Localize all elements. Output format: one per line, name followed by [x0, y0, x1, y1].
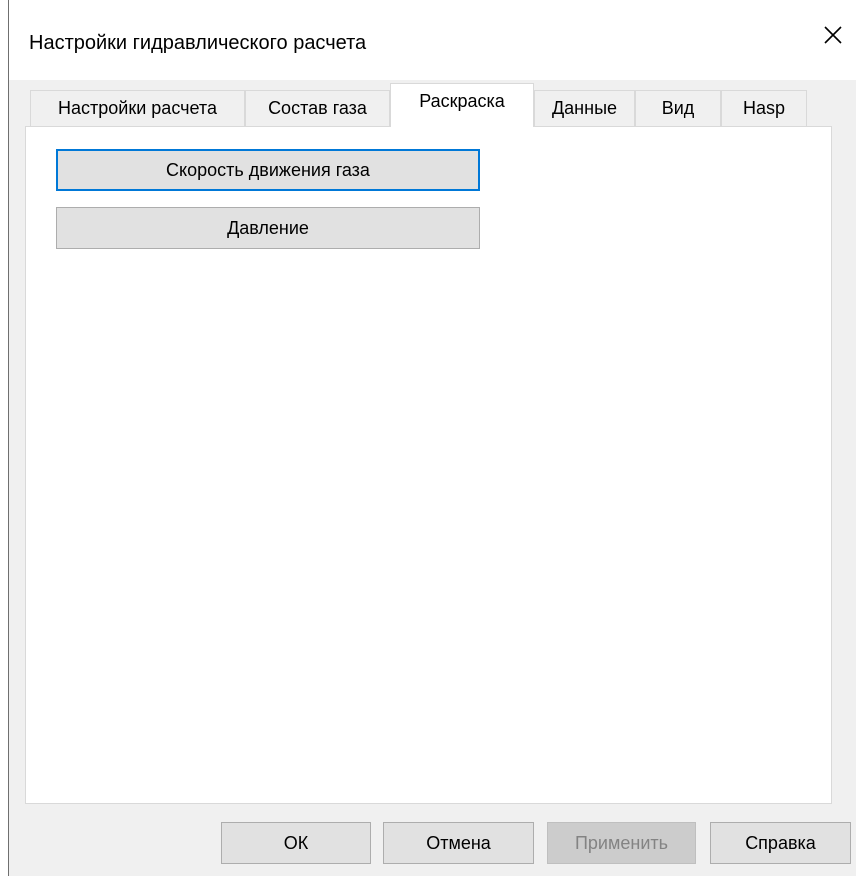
tab-panel-coloring: Скорость движения газа Давление: [25, 126, 832, 804]
title-bar: Настройки гидравлического расчета: [9, 0, 856, 80]
tab-label: Раскраска: [419, 91, 505, 111]
cancel-button[interactable]: Отмена: [383, 822, 534, 864]
tab-hasp[interactable]: Hasp: [721, 90, 807, 126]
pressure-button[interactable]: Давление: [56, 207, 480, 249]
close-icon: [824, 26, 842, 44]
ok-button[interactable]: ОК: [221, 822, 371, 864]
tab-data[interactable]: Данные: [534, 90, 635, 126]
button-label: Справка: [745, 832, 816, 853]
button-label: Применить: [574, 832, 668, 853]
button-label: ОК: [283, 832, 309, 853]
tab-label: Вид: [661, 98, 695, 118]
tab-view[interactable]: Вид: [635, 90, 721, 126]
button-label: Давление: [227, 217, 309, 238]
tab-coloring[interactable]: Раскраска: [390, 83, 534, 127]
button-label: Отмена: [426, 832, 491, 853]
tab-gas-composition[interactable]: Состав газа: [245, 90, 390, 126]
help-button[interactable]: Справка: [710, 822, 851, 864]
apply-button[interactable]: Применить: [547, 822, 696, 864]
close-button[interactable]: [810, 14, 856, 56]
tab-label: Hasp: [742, 98, 786, 118]
button-label: Скорость движения газа: [166, 159, 370, 180]
tab-calc-settings[interactable]: Настройки расчета: [30, 90, 245, 126]
tab-label: Данные: [551, 98, 618, 118]
gas-velocity-button[interactable]: Скорость движения газа: [56, 149, 480, 191]
dialog-window: Настройки гидравлического расчета Настро…: [8, 0, 856, 876]
dialog-title: Настройки гидравлического расчета: [29, 32, 367, 54]
tab-label: Настройки расчета: [58, 98, 217, 118]
background-edge: [0, 0, 8, 876]
tab-label: Состав газа: [268, 98, 367, 118]
